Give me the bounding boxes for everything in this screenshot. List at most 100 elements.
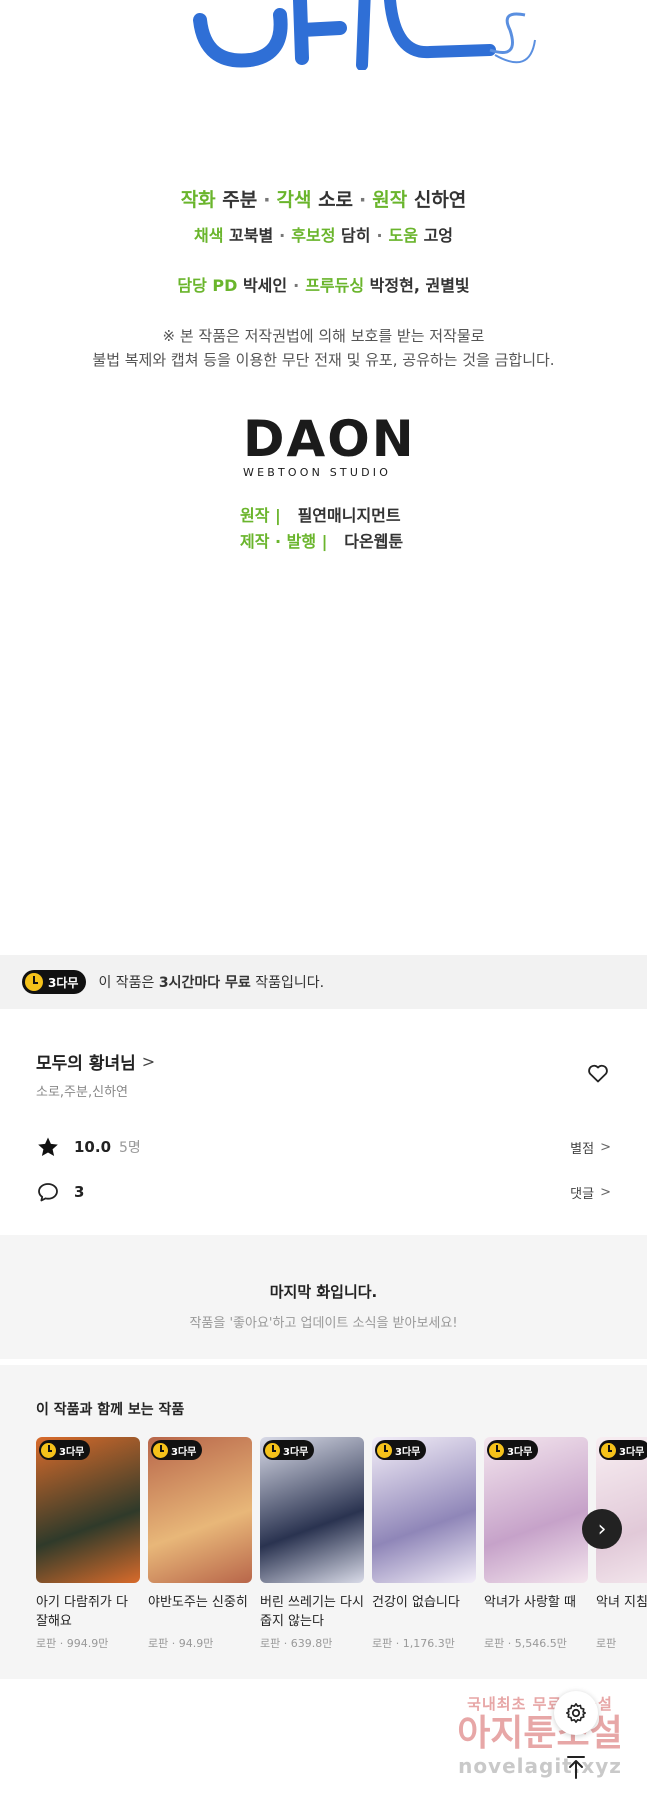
credit-name: 고엉: [423, 226, 454, 245]
separator: ·: [279, 226, 286, 245]
last-episode-title: 마지막 화입니다.: [269, 1283, 378, 1301]
studio-credit-row: 원작 | 필연매니지먼트: [240, 503, 403, 529]
comment-link-label: 댓글: [570, 1186, 595, 1202]
studio-logo-word: DAON: [243, 410, 416, 468]
rating-value: 10.0: [74, 1138, 112, 1156]
credit-name: 박세인: [242, 276, 288, 295]
recommendation-title: 버린 쓰레기는 다시 줍지 않는다: [260, 1595, 364, 1629]
studio-credit-name: 필연매니지먼트: [297, 506, 401, 525]
recommendation-card[interactable]: 3다무 악녀가 사랑할 때 로판 · 5,546.5만: [484, 1437, 588, 1651]
recommendation-card[interactable]: 3다무버린 쓰레기는 다시 줍지 않는다로판 · 639.8만: [260, 1437, 364, 1651]
credit-role: 각색: [276, 189, 312, 211]
recommendation-title: 악녀가 사랑할 때: [484, 1595, 576, 1610]
credit-role: 도움: [388, 226, 418, 245]
settings-button[interactable]: [554, 1691, 598, 1735]
recommendation-meta: 로판 · 1,176.3만: [372, 1637, 455, 1650]
studio-credit-name: 다온웹툰: [344, 532, 404, 551]
title-logo-fragment: [193, 0, 536, 70]
free-badge-label: 3다무: [171, 1446, 197, 1458]
comment-icon: [38, 1183, 58, 1202]
clock-icon: [601, 1442, 616, 1458]
recommendation-thumbnail: 3다무: [372, 1437, 476, 1583]
credits-line-3: 담당 PD 박세인 · 프루듀싱 박정현, 권별빛: [0, 272, 647, 296]
recommendation-thumbnail: 3다무: [260, 1437, 364, 1583]
episode-image: 작화 주분 · 각색 소로 · 원작 신하연 채색 꼬북별 · 후보정 담히 · 도움 고엉 담…: [0, 0, 647, 955]
comment-link[interactable]: 댓글 >: [570, 1183, 611, 1202]
recommendation-thumbnail: 3다무: [484, 1437, 588, 1583]
watermark-line: novelagit.xyz: [458, 1754, 622, 1778]
recommendation-title: 아기 다람쥐가 다 잘해요: [36, 1595, 128, 1629]
free-badge: 3다무: [22, 970, 87, 994]
studio-credits: 원작 | 필연매니지먼트 제작 · 발행 | 다온웹툰: [240, 503, 403, 555]
free-badge: 3다무: [599, 1440, 647, 1460]
comment-count: 3: [74, 1183, 85, 1201]
notice-line: 불법 복제와 캡쳐 등을 이용한 무단 전재 및 유포, 공유하는 것을 금합니…: [92, 351, 555, 369]
recommendation-thumbnail: 3다무: [148, 1437, 252, 1583]
credit-role: 담당 PD: [177, 276, 238, 295]
watermark-line: 국내최초 무료 웹소설: [467, 1695, 613, 1713]
recommendation-meta: 로판 · 639.8만: [260, 1637, 333, 1650]
credit-role: 후보정: [291, 226, 336, 245]
recommendation-meta: 로판 · 94.9만: [148, 1637, 214, 1650]
free-text-pre: 이 작품은: [98, 975, 159, 991]
credit-role: 작화: [180, 189, 216, 211]
recommendations-section: 이 작품과 함께 보는 작품 3다무아기 다람쥐가 다 잘해요로판 · 994.…: [0, 1359, 647, 1679]
free-badge-label: 3다무: [48, 975, 79, 990]
recommendation-meta: 로판: [596, 1637, 617, 1650]
recommendation-card[interactable]: 3다무 야반도주는 신중히 로판 · 94.9만: [148, 1437, 252, 1651]
rating-count: 5명: [119, 1140, 141, 1156]
last-episode-notice: 마지막 화입니다. 작품을 '좋아요'하고 업데이트 소식을 받아보세요!: [0, 1235, 647, 1359]
recommendations-carousel[interactable]: 3다무 아기 다람쥐가 다 잘해요 로판 · 994.9만 3다무 야반도주는 신중히 로…: [36, 1437, 647, 1667]
clock-icon: [153, 1442, 168, 1458]
free-badge-label: 3다무: [59, 1446, 85, 1458]
credit-name: 신하연: [413, 189, 467, 211]
clock-icon: [25, 973, 43, 991]
work-title-link[interactable]: 모두의 황녀님 >: [36, 1049, 155, 1074]
recommendation-title: 건강이 없습니다: [372, 1595, 460, 1610]
free-badge: 3다무: [375, 1440, 427, 1460]
free-text-post: 작품입니다.: [250, 975, 325, 991]
separator: ·: [359, 189, 367, 211]
credit-name: 주분: [222, 189, 258, 211]
recommendation-card[interactable]: 3다무아기 다람쥐가 다 잘해요로판 · 994.9만: [36, 1437, 140, 1651]
work-authors: 소로,주분,신하연: [36, 1085, 128, 1100]
comment-row: 3 댓글 >: [36, 1177, 611, 1207]
free-badge-label: 3다무: [395, 1446, 421, 1458]
last-episode-subtitle: 작품을 '좋아요'하고 업데이트 소식을 받아보세요!: [189, 1316, 458, 1331]
studio-logo: DAON WEBTOON STUDIO: [243, 410, 416, 479]
work-title: 모두의 황녀님: [36, 1054, 136, 1074]
heart-icon[interactable]: [586, 1061, 610, 1085]
clock-icon: [489, 1442, 504, 1458]
recommendation-meta: 로판 · 994.9만: [36, 1637, 109, 1650]
credits-block: 작화 주분 · 각색 소로 · 원작 신하연 채색 꼬북별 · 후보정 담히 · 도움 고엉 담…: [0, 185, 647, 372]
work-info-panel: 모두의 황녀님 > 소로,주분,신하연 10.0 5명 별점 > 3 댓글 >: [0, 1009, 647, 1235]
star-icon: [38, 1137, 58, 1156]
separator: ·: [263, 189, 271, 211]
recommendation-card[interactable]: 3다무건강이 없습니다로판 · 1,176.3만: [372, 1437, 476, 1651]
rate-link[interactable]: 별점 >: [570, 1138, 611, 1157]
chevron-right-icon: ›: [597, 1516, 607, 1542]
studio-credit-row: 제작 · 발행 | 다온웹툰: [240, 529, 403, 555]
page-bottom: 국내최초 무료 웹소설 아지툰소설 novelagit.xyz: [0, 1679, 647, 1806]
credits-line-2: 채색 꼬북별 · 후보정 담히 · 도움 고엉: [0, 222, 647, 246]
rate-link-label: 별점: [570, 1141, 595, 1157]
copyright-notice: ※ 본 작품은 저작권법에 의해 보호를 받는 저작물로 불법 복제와 캡쳐 등…: [0, 324, 647, 372]
free-badge: 3다무: [39, 1440, 91, 1460]
studio-credit-role: 제작 · 발행 |: [240, 532, 328, 551]
credit-role: 프루듀싱: [305, 276, 365, 295]
recommendation-thumbnail: 3다무: [36, 1437, 140, 1583]
free-badge-label: 3다무: [283, 1446, 309, 1458]
scroll-top-button[interactable]: [554, 1745, 598, 1789]
free-badge-label: 3다무: [619, 1446, 645, 1458]
rating-row: 10.0 5명 별점 >: [36, 1132, 611, 1162]
separator: ·: [293, 276, 300, 295]
arrow-up-icon: [567, 1756, 585, 1779]
free-text-bold: 3시간마다 무료: [158, 975, 251, 991]
carousel-next-button[interactable]: ›: [582, 1509, 622, 1549]
recommendations-title: 이 작품과 함께 보는 작품: [36, 1402, 185, 1418]
chevron-right-icon: >: [600, 1184, 611, 1200]
credit-role: 채색: [193, 226, 224, 245]
free-badge: 3다무: [151, 1440, 203, 1460]
clock-icon: [265, 1442, 280, 1458]
studio-credit-role: 원작 |: [240, 506, 281, 525]
